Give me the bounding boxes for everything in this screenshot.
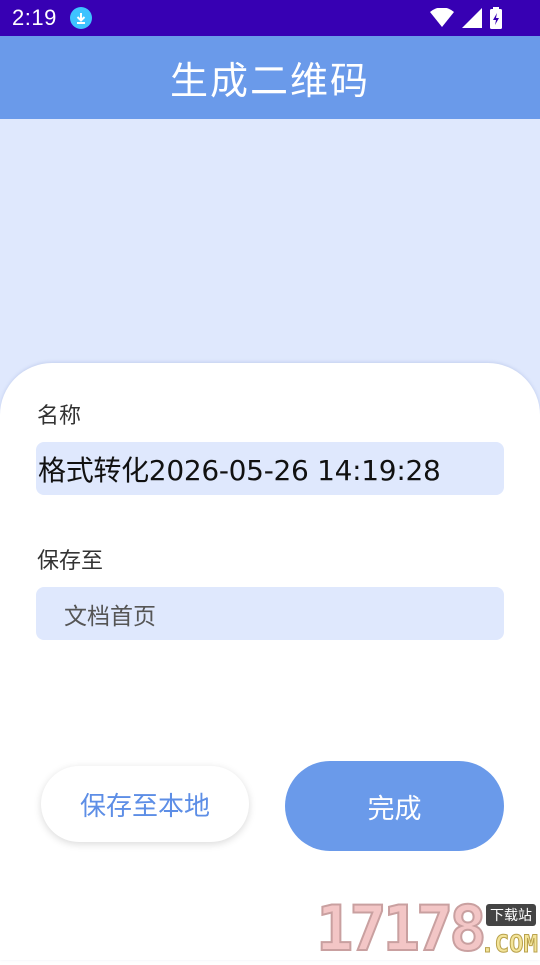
status-time: 2:19 [12,5,57,30]
status-bar: 2:19 [0,0,540,36]
site-watermark: 17178 下载站 .COM [315,892,540,965]
signal-icon [462,8,482,32]
name-field[interactable] [36,442,504,495]
watermark-badge: 下载站 [486,904,536,926]
save-to-label: 保存至 [37,549,104,574]
download-icon [70,7,92,29]
save-to-select[interactable]: 文档首页 [36,587,504,640]
page-title: 生成二维码 [169,59,370,103]
name-label: 名称 [37,404,82,429]
battery-charging-icon [490,7,502,33]
name-input[interactable] [36,452,504,485]
watermark-number: 17178 [315,892,488,965]
app-bar: 生成二维码 [0,36,540,119]
done-button[interactable]: 完成 [285,761,504,851]
wifi-icon [430,7,454,32]
save-local-button[interactable]: 保存至本地 [41,766,249,842]
watermark-suffix: .COM [480,930,539,959]
